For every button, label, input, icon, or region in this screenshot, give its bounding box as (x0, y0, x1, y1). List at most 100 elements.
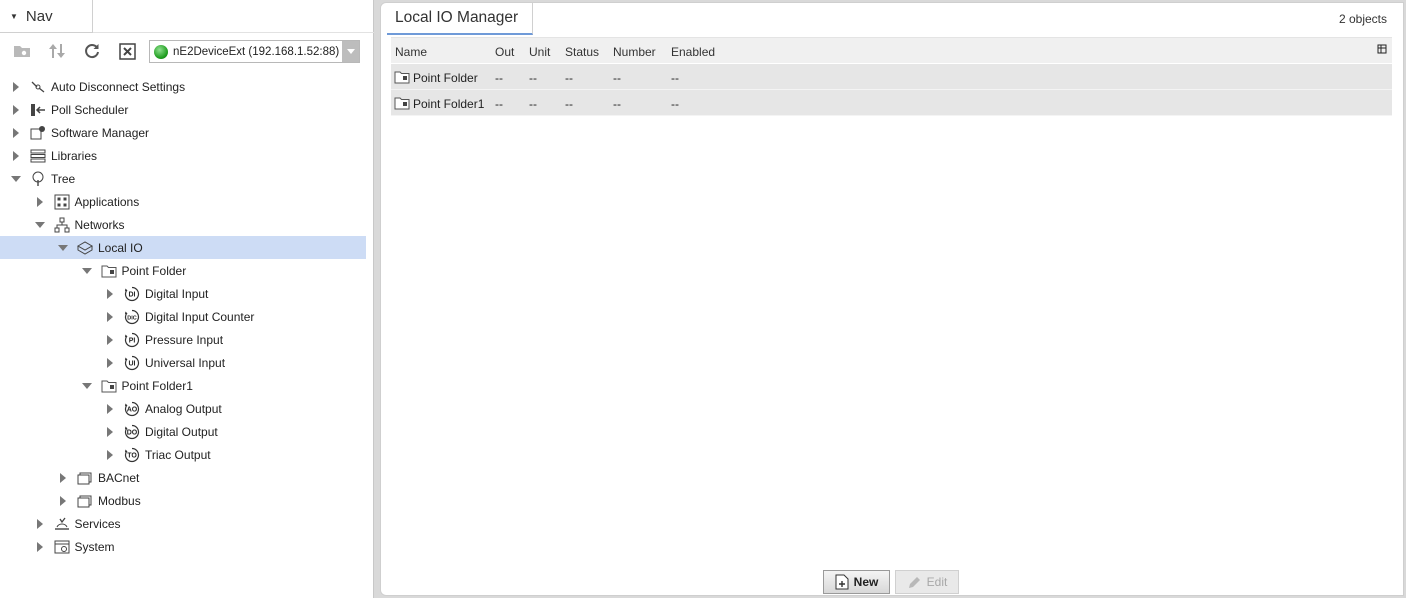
column-header-name[interactable]: Name (395, 45, 427, 59)
close-box-icon (118, 42, 136, 60)
tree-node-auto-disconnect-settings[interactable]: Auto Disconnect Settings (0, 75, 366, 98)
tree-node-tree[interactable]: Tree (0, 167, 366, 190)
tree-node-triac-output[interactable]: TO Triac Output (0, 443, 366, 466)
open-folder-button[interactable] (9, 38, 35, 64)
edit-button[interactable]: Edit (895, 570, 959, 594)
table-row[interactable]: Point Folder1 -- -- -- -- -- (391, 90, 1392, 116)
dropdown-button[interactable] (342, 41, 359, 62)
triangle-right-icon (107, 334, 113, 345)
collapsed-caret-icon[interactable] (104, 357, 116, 369)
expanded-caret-icon[interactable] (34, 219, 46, 231)
svg-text:PI: PI (129, 337, 136, 344)
column-chooser-icon[interactable] (1375, 42, 1389, 56)
column-header-unit[interactable]: Unit (529, 45, 550, 59)
tree-node-services[interactable]: Services (0, 512, 366, 535)
point-dic-icon: DIC (124, 309, 140, 325)
tree-node-applications[interactable]: Applications (0, 190, 366, 213)
tree-node-networks[interactable]: Networks (0, 213, 366, 236)
station-name: nE2DeviceExt (192.168.1.52:88) (173, 45, 340, 58)
tree-node-universal-input[interactable]: UI Universal Input (0, 351, 366, 374)
caret-down-icon[interactable]: ▼ (10, 12, 18, 21)
triangle-right-icon (13, 150, 19, 161)
tree-node-label: Local IO (98, 240, 143, 255)
tree-node-point-folder1[interactable]: Point Folder1 (0, 374, 366, 397)
tree-node-digital-input[interactable]: DI Digital Input (0, 282, 366, 305)
triangle-right-icon (107, 288, 113, 299)
tree-node-local-io[interactable]: Local IO (0, 236, 366, 259)
expanded-caret-icon[interactable] (81, 380, 93, 392)
tree-node-digital-output[interactable]: DO Digital Output (0, 420, 366, 443)
collapsed-caret-icon[interactable] (104, 426, 116, 438)
tree-node-modbus[interactable]: Modbus (0, 489, 366, 512)
tree-node-label: Tree (51, 171, 76, 186)
tree-node-label: Digital Output (145, 424, 218, 439)
cell-unit: -- (529, 97, 537, 111)
column-header-status[interactable]: Status (565, 45, 599, 59)
folder-icon (101, 263, 117, 279)
triangle-right-icon (60, 472, 66, 483)
network-stack-icon (77, 493, 93, 509)
tree-node-label: Software Manager (51, 125, 150, 140)
collapsed-caret-icon[interactable] (104, 403, 116, 415)
new-button-label: New (853, 575, 879, 589)
cell-enabled: -- (671, 97, 679, 111)
divider (93, 32, 374, 33)
manager-tab[interactable]: Local IO Manager (387, 3, 534, 35)
collapsed-caret-icon[interactable] (34, 196, 46, 208)
triangle-right-icon (107, 449, 113, 460)
triangle-down-icon (58, 244, 68, 251)
column-header-enabled[interactable]: Enabled (671, 45, 715, 59)
column-header-number[interactable]: Number (613, 45, 656, 59)
collapsed-caret-icon[interactable] (104, 311, 116, 323)
tree-node-bacnet[interactable]: BACnet (0, 466, 366, 489)
tree-node-label: Libraries (51, 148, 98, 163)
tree-node-libraries[interactable]: Libraries (0, 144, 366, 167)
refresh-button[interactable] (79, 38, 105, 64)
tree-node-label: System (74, 539, 115, 554)
collapsed-caret-icon[interactable] (10, 127, 22, 139)
triangle-right-icon (36, 541, 43, 552)
local-io-icon (77, 240, 93, 256)
collapsed-caret-icon[interactable] (10, 81, 22, 93)
svg-text:DI: DI (129, 291, 136, 298)
collapsed-caret-icon[interactable] (104, 288, 116, 300)
collapsed-caret-icon[interactable] (104, 449, 116, 461)
tree-node-digital-input-counter[interactable]: DIC Digital Input Counter (0, 305, 366, 328)
tree-node-label: Triac Output (145, 447, 211, 462)
svg-text:DO: DO (127, 429, 138, 436)
tree-node-system[interactable]: System (0, 535, 366, 558)
station-selector[interactable]: nE2DeviceExt (192.168.1.52:88) (149, 40, 360, 63)
collapsed-caret-icon[interactable] (34, 541, 46, 553)
collapsed-caret-icon[interactable] (104, 334, 116, 346)
triangle-right-icon (13, 127, 19, 138)
svg-text:AO: AO (127, 406, 138, 413)
tree-node-point-folder[interactable]: Point Folder (0, 259, 366, 282)
collapsed-caret-icon[interactable] (34, 518, 46, 530)
cell-out: -- (495, 71, 503, 85)
collapsed-caret-icon[interactable] (10, 150, 22, 162)
tree-node-label: Digital Input Counter (145, 309, 255, 324)
new-button[interactable]: New (823, 570, 890, 594)
triangle-down-icon (81, 382, 92, 389)
nav-tab[interactable]: ▼ Nav (0, 0, 93, 33)
triangle-right-icon (36, 196, 43, 207)
tree-node-pressure-input[interactable]: PI Pressure Input (0, 328, 366, 351)
tree-node-label: Poll Scheduler (51, 102, 129, 117)
collapsed-caret-icon[interactable] (57, 472, 69, 484)
collapsed-caret-icon[interactable] (57, 495, 69, 507)
expanded-caret-icon[interactable] (81, 265, 93, 277)
tree-node-poll-scheduler[interactable]: Poll Scheduler (0, 98, 366, 121)
cell-number: -- (613, 71, 621, 85)
column-header-out[interactable]: Out (495, 45, 514, 59)
manager-pane: Local IO Manager 2 objects Name Out Unit… (380, 2, 1404, 596)
point-di-icon: DI (124, 286, 140, 302)
tree-node-analog-output[interactable]: AO Analog Output (0, 397, 366, 420)
expanded-caret-icon[interactable] (57, 242, 69, 254)
collapsed-caret-icon[interactable] (10, 104, 22, 116)
expanded-caret-icon[interactable] (10, 173, 22, 185)
close-button[interactable] (114, 38, 140, 64)
sync-button[interactable] (44, 38, 70, 64)
table-row[interactable]: Point Folder -- -- -- -- -- (391, 64, 1392, 90)
tree-node-software-manager[interactable]: Software Manager (0, 121, 366, 144)
applications-icon (54, 194, 70, 210)
